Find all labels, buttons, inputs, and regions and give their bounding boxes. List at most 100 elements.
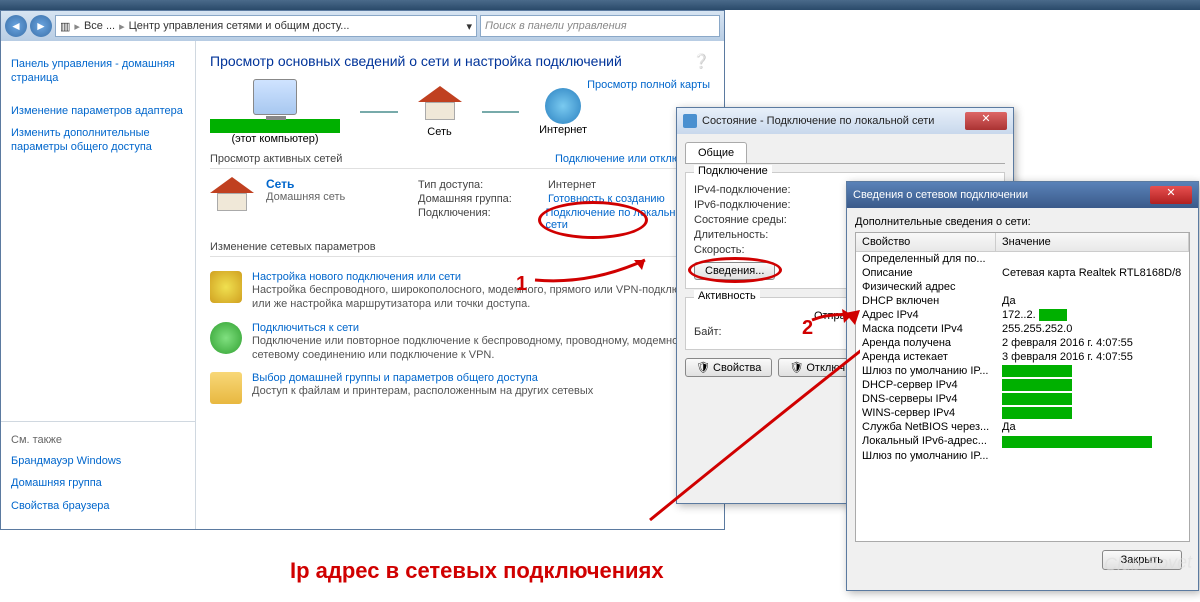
- homegroup-label: Домашняя группа:: [418, 193, 548, 205]
- list-row[interactable]: Физический адрес: [856, 280, 1189, 294]
- task-homegroup[interactable]: Выбор домашней группы и параметров общег…: [252, 372, 710, 384]
- sidebar-browser[interactable]: Свойства браузера: [11, 499, 185, 513]
- sidebar-home[interactable]: Панель управления - домашняя страница: [11, 57, 185, 86]
- list-row[interactable]: Адрес IPv4172..2.: [856, 308, 1189, 322]
- redacted-value: [1002, 365, 1072, 377]
- close-button[interactable]: ✕: [1150, 186, 1192, 204]
- page-title: Просмотр основных сведений о сети и наст…: [210, 53, 710, 69]
- task-new-connection[interactable]: Настройка нового подключения или сети: [252, 271, 710, 283]
- details-button[interactable]: Сведения...: [694, 262, 775, 280]
- change-settings-heading: Изменение сетевых параметров: [210, 241, 710, 257]
- connections-label: Подключения:: [418, 207, 545, 231]
- property-cell: WINS-сервер IPv4: [856, 407, 996, 419]
- property-cell: Определенный для по...: [856, 253, 996, 265]
- task-desc: Подключение или повторное подключение к …: [252, 334, 710, 363]
- value-cell: [996, 365, 1189, 377]
- shield-icon: [210, 271, 242, 303]
- connection-group-label: Подключение: [694, 165, 772, 177]
- titlebar: ◄ ► ▥ ▸ Все ... ▸ Центр управления сетям…: [1, 11, 724, 41]
- value-cell: 3 февраля 2016 г. 4:07:55: [996, 351, 1189, 363]
- network-type[interactable]: Домашняя сеть: [266, 191, 406, 203]
- property-cell: Служба NetBIOS через...: [856, 421, 996, 433]
- value-cell: [996, 407, 1189, 419]
- property-cell: Аренда получена: [856, 337, 996, 349]
- property-cell: Шлюз по умолчанию IP...: [856, 450, 996, 462]
- list-row[interactable]: Аренда истекает3 февраля 2016 г. 4:07:55: [856, 350, 1189, 364]
- details-titlebar: Сведения о сетевом подключении ✕: [847, 182, 1198, 208]
- breadcrumb-seg[interactable]: Все ...: [84, 20, 115, 32]
- list-row[interactable]: Маска подсети IPv4255.255.252.0: [856, 322, 1189, 336]
- list-row[interactable]: Служба NetBIOS через...Да: [856, 420, 1189, 434]
- list-row[interactable]: DHCP включенДа: [856, 294, 1189, 308]
- property-cell: Локальный IPv6-адрес...: [856, 435, 996, 447]
- details-listview[interactable]: Свойство Значение Определенный для по...…: [855, 232, 1190, 542]
- task-connect[interactable]: Подключиться к сети: [252, 322, 710, 334]
- property-cell: Физический адрес: [856, 281, 996, 293]
- list-row[interactable]: ОписаниеСетевая карта Realtek RTL8168D/8: [856, 266, 1189, 280]
- speed-label: Скорость:: [694, 244, 844, 256]
- value-cell: [996, 435, 1189, 447]
- redacted-value: [1002, 393, 1072, 405]
- task-desc: Настройка беспроводного, широкополосного…: [252, 283, 710, 312]
- access-type-label: Тип доступа:: [418, 179, 548, 191]
- search-input[interactable]: Поиск в панели управления: [480, 15, 720, 37]
- sidebar: Панель управления - домашняя страница Из…: [1, 41, 196, 529]
- full-map-link[interactable]: Просмотр полной карты: [587, 79, 710, 91]
- list-row[interactable]: DHCP-сервер IPv4: [856, 378, 1189, 392]
- property-cell: DHCP-сервер IPv4: [856, 379, 996, 391]
- address-bar[interactable]: ▥ ▸ Все ... ▸ Центр управления сетями и …: [55, 15, 477, 37]
- properties-button[interactable]: 🛡 Свойства: [685, 358, 772, 377]
- plug-icon: [210, 322, 242, 354]
- status-title: Состояние - Подключение по локальной сет…: [702, 115, 934, 127]
- value-cell: Да: [996, 295, 1189, 307]
- help-icon[interactable]: ❔: [693, 53, 710, 70]
- connection-details-window: Сведения о сетевом подключении ✕ Дополни…: [846, 181, 1199, 591]
- redacted-value: [1002, 379, 1072, 391]
- col-value[interactable]: Значение: [996, 233, 1189, 251]
- property-cell: Адрес IPv4: [856, 309, 996, 321]
- annotation-number-2: 2: [802, 317, 813, 340]
- value-cell: 255.255.252.0: [996, 323, 1189, 335]
- house-icon: [418, 86, 462, 122]
- list-row[interactable]: WINS-сервер IPv4: [856, 406, 1189, 420]
- activity-group-label: Активность: [694, 290, 760, 302]
- search-placeholder: Поиск в панели управления: [485, 20, 627, 32]
- homegroup-link[interactable]: Готовность к созданию: [548, 193, 665, 205]
- sidebar-adapter[interactable]: Изменение параметров адаптера: [11, 104, 185, 118]
- disable-button[interactable]: 🛡 Отключ: [778, 358, 856, 377]
- computer-icon: [253, 79, 297, 115]
- globe-icon: [545, 88, 581, 124]
- watermark: Club Sovet: [1104, 551, 1193, 575]
- value-cell: [996, 450, 1189, 462]
- redacted-value: [1039, 309, 1067, 321]
- list-row[interactable]: Шлюз по умолчанию IP...: [856, 364, 1189, 378]
- active-nets-heading: Просмотр активных сетей: [210, 153, 342, 165]
- property-cell: Описание: [856, 267, 996, 279]
- value-cell: [996, 393, 1189, 405]
- details-title: Сведения о сетевом подключении: [853, 189, 1028, 201]
- breadcrumb-seg[interactable]: Центр управления сетями и общим досту...: [129, 20, 350, 32]
- close-button[interactable]: ✕: [965, 112, 1007, 130]
- redacted-value: [1002, 407, 1072, 419]
- list-row[interactable]: Определенный для по...: [856, 252, 1189, 266]
- sidebar-sharing[interactable]: Изменить дополнительные параметры общего…: [11, 126, 185, 155]
- annotation-number-1: 1: [516, 273, 527, 296]
- list-row[interactable]: DNS-серверы IPv4: [856, 392, 1189, 406]
- sidebar-firewall[interactable]: Брандмауэр Windows: [11, 454, 185, 468]
- network-name[interactable]: Сеть: [266, 177, 406, 191]
- forward-button[interactable]: ►: [30, 15, 52, 37]
- tab-general[interactable]: Общие: [685, 142, 747, 163]
- redacted-value: [1002, 436, 1152, 448]
- duration-label: Длительность:: [694, 229, 844, 241]
- sidebar-homegroup[interactable]: Домашняя группа: [11, 476, 185, 490]
- list-row[interactable]: Локальный IPv6-адрес...: [856, 434, 1189, 448]
- see-also-label: См. также: [11, 434, 185, 446]
- value-cell: 2 февраля 2016 г. 4:07:55: [996, 337, 1189, 349]
- col-property[interactable]: Свойство: [856, 233, 996, 251]
- list-row[interactable]: Шлюз по умолчанию IP...: [856, 449, 1189, 463]
- value-cell: Да: [996, 421, 1189, 433]
- control-panel-icon: ▥: [60, 20, 70, 33]
- network-label: Сеть: [418, 126, 462, 138]
- list-row[interactable]: Аренда получена2 февраля 2016 г. 4:07:55: [856, 336, 1189, 350]
- back-button[interactable]: ◄: [5, 15, 27, 37]
